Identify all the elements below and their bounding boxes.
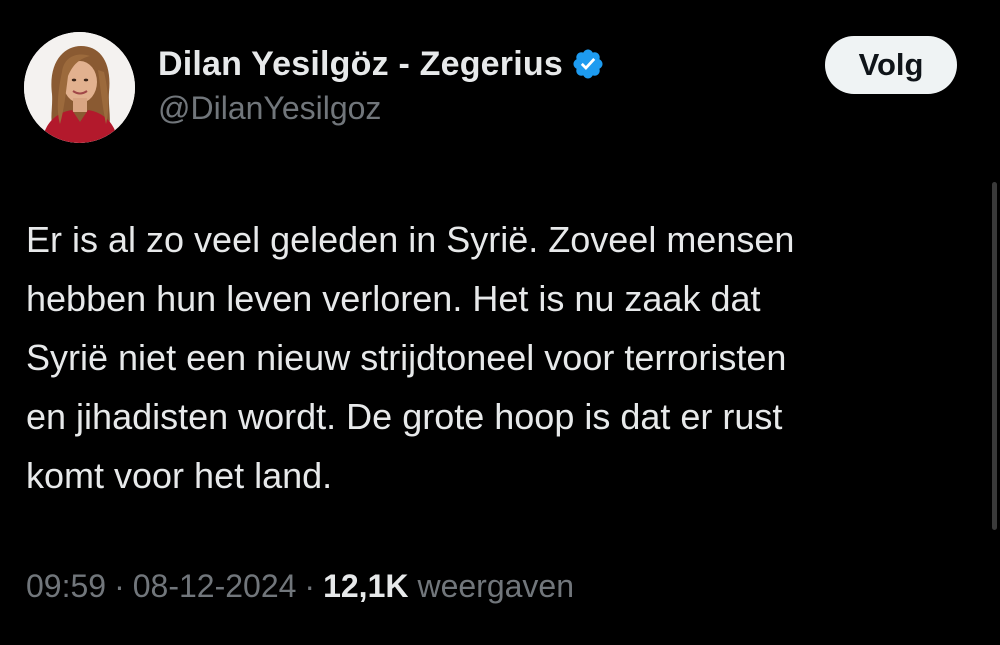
tweet-text-line: en jihadisten wordt. De grote hoop is da…: [26, 396, 783, 437]
tweet-text-line: Syrië niet een nieuw strijdtoneel voor t…: [26, 337, 787, 378]
scrollbar[interactable]: [992, 182, 997, 530]
verified-badge-icon[interactable]: [571, 47, 605, 81]
views-label[interactable]: weergaven: [417, 568, 574, 605]
tweet-text-line: hebben hun leven verloren. Het is nu zaa…: [26, 278, 761, 319]
tweet-time[interactable]: 09:59: [26, 568, 106, 605]
views-count[interactable]: 12,1K: [323, 568, 408, 605]
name-row: Dilan Yesilgöz - Zegerius: [158, 42, 605, 86]
tweet-text-line: komt voor het land.: [26, 455, 333, 496]
author-info: Dilan Yesilgöz - Zegerius @DilanYesilgoz: [158, 42, 605, 127]
tweet-meta: 09:59 · 08-12-2024 · 12,1K weergaven: [26, 568, 574, 605]
avatar-image: [24, 32, 135, 143]
tweet-text: Er is al zo veel geleden in Syrië. Zovee…: [26, 210, 976, 505]
tweet-date[interactable]: 08-12-2024: [133, 568, 297, 605]
tweet-card: Dilan Yesilgöz - Zegerius @DilanYesilgoz…: [0, 0, 1000, 645]
meta-separator: ·: [114, 568, 125, 604]
user-handle[interactable]: @DilanYesilgoz: [158, 90, 605, 127]
follow-button[interactable]: Volg: [825, 36, 957, 94]
tweet-text-line: Er is al zo veel geleden in Syrië. Zovee…: [26, 219, 795, 260]
meta-separator: ·: [304, 568, 316, 604]
avatar[interactable]: [24, 32, 135, 143]
display-name[interactable]: Dilan Yesilgöz - Zegerius: [158, 45, 563, 84]
